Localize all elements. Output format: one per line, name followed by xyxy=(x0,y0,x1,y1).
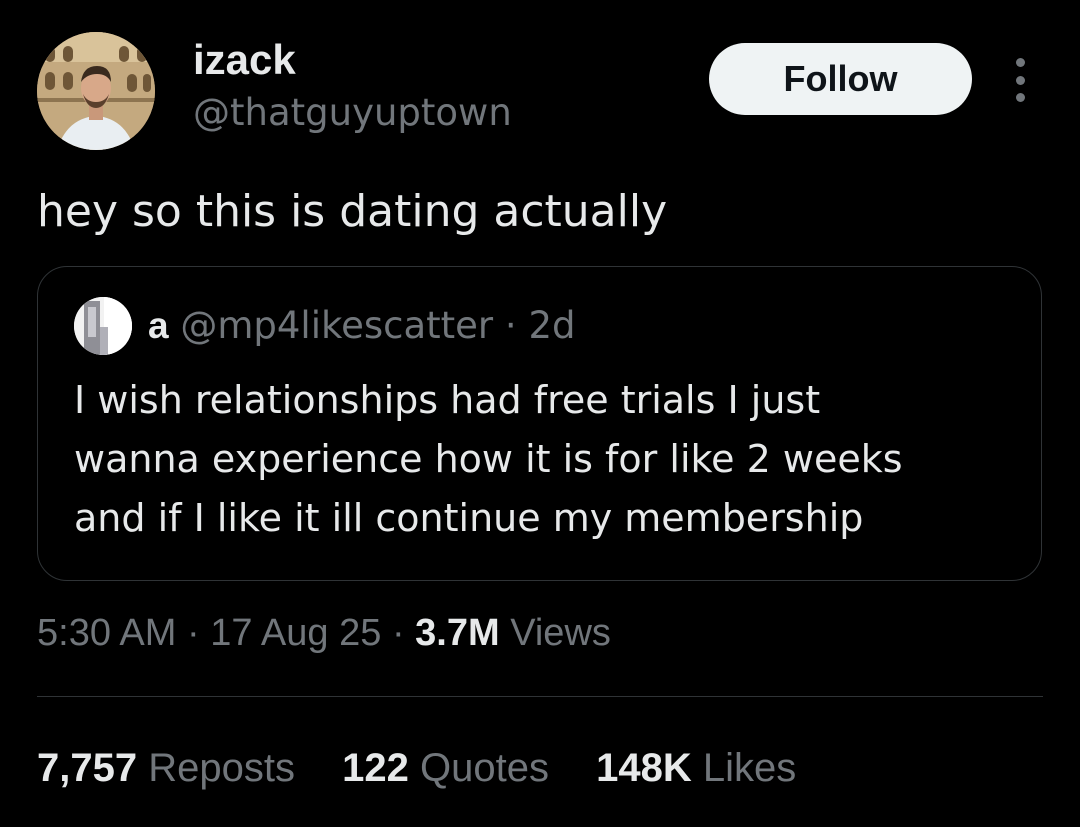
more-options-button[interactable] xyxy=(1004,58,1036,102)
tweet-date[interactable]: 17 Aug 25 xyxy=(210,612,381,654)
follow-button[interactable]: Follow xyxy=(709,43,972,115)
engagement-stats: 7,757 Reposts 122 Quotes 148K Likes xyxy=(37,743,832,793)
quoted-author-name[interactable]: a xyxy=(148,305,169,346)
likes-label: Likes xyxy=(702,746,797,790)
tweet-meta: 5:30 AM · 17 Aug 25 · 3.7M Views xyxy=(37,609,611,657)
likes-count: 148K xyxy=(596,746,692,790)
quoted-tweet-age[interactable]: 2d xyxy=(528,304,575,347)
quoted-tweet-header: a @mp4likescatter · 2d xyxy=(148,303,575,349)
quoted-author-avatar[interactable] xyxy=(74,297,132,355)
reposts-count: 7,757 xyxy=(37,746,138,790)
more-options-icon-dot xyxy=(1015,93,1025,102)
author-handle[interactable]: @thatguyuptown xyxy=(193,90,512,136)
meta-separator: · xyxy=(186,612,200,654)
profile-photo-icon xyxy=(37,32,155,150)
author-display-name[interactable]: izack xyxy=(193,36,296,84)
more-options-icon xyxy=(1015,58,1025,67)
tweet-text: hey so this is dating actually xyxy=(37,186,668,237)
quoted-separator: · xyxy=(504,304,517,347)
views-label: Views xyxy=(510,612,611,654)
quoted-author-handle[interactable]: @mp4likescatter xyxy=(180,304,493,347)
reposts-label: Reposts xyxy=(148,746,295,790)
views-count: 3.7M xyxy=(415,612,500,654)
tweet-time[interactable]: 5:30 AM xyxy=(37,612,176,654)
quotes-label: Quotes xyxy=(419,746,549,790)
divider xyxy=(37,696,1043,697)
more-options-icon-dot xyxy=(1015,75,1025,85)
likes-stat[interactable]: 148K Likes xyxy=(596,743,796,793)
quotes-count: 122 xyxy=(342,746,409,790)
quoted-tweet-text: I wish relationships had free trials I j… xyxy=(74,378,903,540)
meta-separator: · xyxy=(391,612,405,654)
reposts-stat[interactable]: 7,757 Reposts xyxy=(37,743,295,793)
quoted-tweet-card[interactable]: a @mp4likescatter · 2d I wish relationsh… xyxy=(37,266,1042,581)
quoted-profile-photo-icon xyxy=(74,297,132,355)
author-avatar[interactable] xyxy=(37,32,155,150)
quotes-stat[interactable]: 122 Quotes xyxy=(342,743,549,793)
